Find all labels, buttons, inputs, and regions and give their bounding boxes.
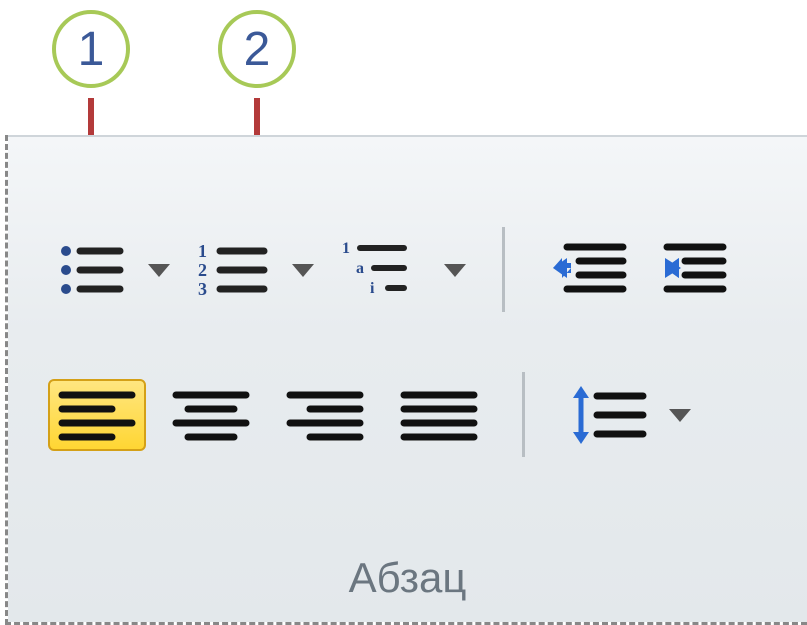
svg-text:1: 1 xyxy=(342,240,350,257)
align-left-icon xyxy=(58,389,136,441)
bullets-button[interactable] xyxy=(48,231,136,309)
justify-button[interactable] xyxy=(390,379,488,451)
align-right-button[interactable] xyxy=(276,379,374,451)
svg-text:3: 3 xyxy=(198,279,207,299)
align-right-icon xyxy=(286,389,364,441)
ribbon-paragraph-group: 123 1ai xyxy=(5,135,807,625)
multilevel-list-split-button[interactable]: 1ai xyxy=(332,229,468,311)
svg-text:i: i xyxy=(370,280,375,297)
decrease-indent-button[interactable] xyxy=(539,231,637,309)
callout-1-circle: 1 xyxy=(52,10,130,88)
chevron-down-icon xyxy=(290,261,316,279)
callout-2-number: 2 xyxy=(244,22,271,77)
separator xyxy=(502,227,505,312)
chevron-down-icon xyxy=(146,261,172,279)
increase-indent-button[interactable] xyxy=(653,231,751,309)
multilevel-list-icon: 1ai xyxy=(342,239,422,301)
line-spacing-icon xyxy=(569,384,647,446)
multilevel-list-dropdown[interactable] xyxy=(442,261,468,279)
increase-indent-icon xyxy=(663,241,741,299)
separator xyxy=(522,372,525,457)
numbering-split-button[interactable]: 123 xyxy=(188,231,316,309)
numbering-dropdown[interactable] xyxy=(290,261,316,279)
ribbon-background: 123 1ai xyxy=(8,135,807,622)
numbering-icon: 123 xyxy=(198,241,270,299)
align-center-icon xyxy=(172,389,250,441)
callout-1-number: 1 xyxy=(78,22,105,77)
bullets-icon xyxy=(58,241,126,299)
line-spacing-split-button[interactable] xyxy=(559,374,693,456)
svg-text:a: a xyxy=(356,260,364,277)
justify-icon xyxy=(400,389,478,441)
numbering-button[interactable]: 123 xyxy=(188,231,280,309)
decrease-indent-icon xyxy=(549,241,627,299)
chevron-down-icon xyxy=(667,406,693,424)
ribbon-row-2 xyxy=(48,372,693,457)
chevron-down-icon xyxy=(442,261,468,279)
multilevel-list-button[interactable]: 1ai xyxy=(332,229,432,311)
svg-text:1: 1 xyxy=(198,241,207,261)
align-center-button[interactable] xyxy=(162,379,260,451)
line-spacing-dropdown[interactable] xyxy=(667,406,693,424)
ribbon-row-1: 123 1ai xyxy=(48,227,751,312)
line-spacing-button[interactable] xyxy=(559,374,657,456)
bullets-split-button[interactable] xyxy=(48,231,172,309)
group-label: Абзац xyxy=(8,554,807,602)
bullets-dropdown[interactable] xyxy=(146,261,172,279)
svg-text:2: 2 xyxy=(198,260,207,280)
callout-2-circle: 2 xyxy=(218,10,296,88)
align-left-button[interactable] xyxy=(48,379,146,451)
